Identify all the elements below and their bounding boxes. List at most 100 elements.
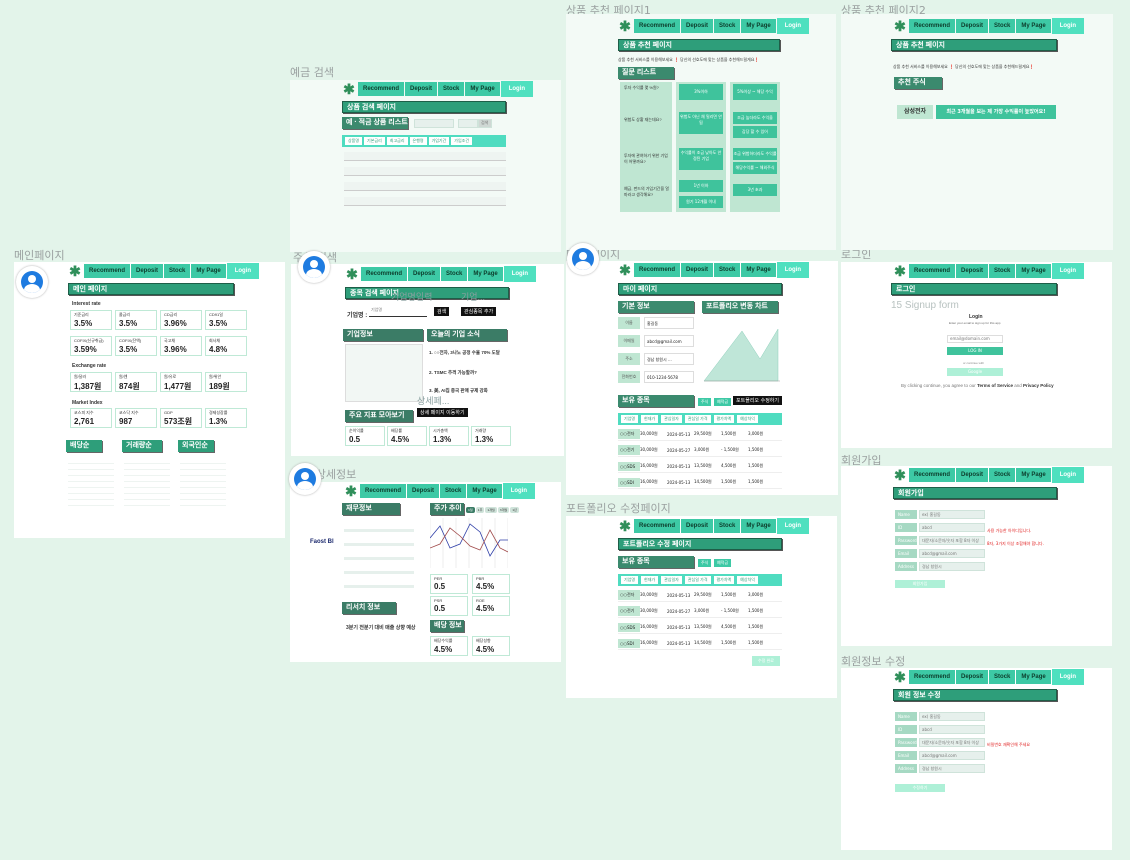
- logo-icon[interactable]: ✱: [893, 264, 907, 278]
- news-item-2[interactable]: 2. TSMC 추격 가능할까?: [429, 370, 477, 376]
- table-row[interactable]: ○○SDI 16,000원 2024-05-13 14,500원 1,500원 1,500…: [618, 637, 782, 650]
- nav-login[interactable]: Login: [226, 263, 260, 279]
- nav-recommend[interactable]: Recommend: [361, 267, 408, 281]
- answer-1-3[interactable]: 수익률이 조금 낮아도 안정된 기업: [679, 148, 723, 170]
- range-tab[interactable]: 1개월: [485, 507, 497, 513]
- nav-deposit[interactable]: Deposit: [956, 264, 989, 278]
- nav-mypage[interactable]: My Page: [1016, 670, 1051, 684]
- nav-mypage[interactable]: My Page: [741, 263, 776, 277]
- holdings-col[interactable]: 기업명: [621, 576, 639, 584]
- nav-stock[interactable]: Stock: [714, 519, 741, 533]
- logo-icon[interactable]: ✱: [893, 19, 907, 33]
- chip-stock[interactable]: 주식: [698, 398, 712, 406]
- add-favorite-button[interactable]: 관심종목 추가: [461, 307, 497, 316]
- nav-mypage[interactable]: My Page: [741, 519, 776, 533]
- nav-deposit[interactable]: Deposit: [681, 519, 714, 533]
- holdings-col[interactable]: 예상차익: [737, 576, 758, 584]
- nav-stock[interactable]: Stock: [714, 263, 741, 277]
- nav-stock[interactable]: Stock: [440, 484, 467, 498]
- answer-1-1[interactable]: 3%이하: [679, 84, 723, 100]
- answer-2-1[interactable]: 5%이상 ~ 해당 수익: [733, 84, 777, 100]
- privacy-link[interactable]: Privacy Policy: [1023, 383, 1054, 388]
- logo-icon[interactable]: ✱: [893, 468, 907, 482]
- answer-2-3[interactable]: 감당 할 수 있어: [733, 126, 777, 138]
- col-period[interactable]: 가입기간: [428, 137, 450, 145]
- nav-deposit[interactable]: Deposit: [956, 19, 989, 33]
- logo-icon[interactable]: ✱: [68, 264, 82, 278]
- table-row[interactable]: [344, 167, 506, 176]
- tab-dividend[interactable]: 배당순: [66, 440, 102, 452]
- form-input[interactable]: ex) 홍길동: [919, 712, 985, 721]
- table-row[interactable]: [344, 197, 506, 206]
- nav-recommend[interactable]: Recommend: [909, 19, 956, 33]
- form-input[interactable]: 대문자/소문자/숫자 포함 8자 이상: [919, 738, 985, 747]
- chip-deposit[interactable]: 예적금: [714, 398, 732, 406]
- login-email-input[interactable]: email@domain.com: [947, 335, 1003, 343]
- chip-deposit[interactable]: 예적금: [714, 559, 732, 567]
- holdings-col[interactable]: 평가차액: [713, 576, 735, 584]
- form-input[interactable]: abcd: [919, 725, 985, 734]
- tab-foreign[interactable]: 외국인순: [178, 440, 214, 452]
- table-row[interactable]: ○○전기 30,000원 2024-05-27 3,000원 - 1,500원 1,500…: [618, 444, 782, 457]
- holdings-col[interactable]: 관심일 가격: [684, 576, 711, 584]
- nav-deposit[interactable]: Deposit: [131, 264, 164, 278]
- nav-deposit[interactable]: Deposit: [405, 82, 438, 96]
- logo-icon[interactable]: ✱: [618, 19, 632, 33]
- answer-2-4[interactable]: 조금 위험하더라도 수익률: [733, 148, 777, 160]
- col-condition[interactable]: 가입조건: [451, 137, 473, 145]
- nav-login[interactable]: Login: [503, 266, 537, 282]
- nav-mypage[interactable]: My Page: [1016, 468, 1051, 482]
- nav-stock[interactable]: Stock: [989, 468, 1016, 482]
- nav-mypage[interactable]: My Page: [191, 264, 226, 278]
- nav-stock[interactable]: Stock: [989, 670, 1016, 684]
- form-input[interactable]: 대문자/소문자/숫자 포함 8자 이상: [919, 536, 985, 545]
- col-bank[interactable]: 은행명: [409, 137, 427, 145]
- holdings-col[interactable]: 관심일 가격: [684, 415, 711, 423]
- nav-stock[interactable]: Stock: [714, 19, 741, 33]
- nav-mypage[interactable]: My Page: [1016, 264, 1051, 278]
- nav-login[interactable]: Login: [1051, 669, 1085, 685]
- answer-1-4[interactable]: 1년 이하: [679, 180, 723, 192]
- recommended-stock-name[interactable]: 삼성전자: [897, 105, 933, 119]
- nav-mypage[interactable]: My Page: [467, 484, 502, 498]
- nav-login[interactable]: Login: [1051, 18, 1085, 34]
- table-row[interactable]: ○○전자 30,000원 2024-05-13 29,500원 1,500원 3,000원: [618, 589, 782, 602]
- answer-2-2[interactable]: 조금 높더라도 수익을: [733, 112, 777, 124]
- answer-1-5[interactable]: 원기 12개월 이내: [679, 196, 723, 208]
- stock-search-button[interactable]: 검색: [434, 307, 450, 316]
- holdings-col[interactable]: 관심일자: [661, 415, 682, 423]
- table-row[interactable]: [344, 182, 506, 191]
- nav-recommend[interactable]: Recommend: [909, 468, 956, 482]
- form-input[interactable]: 경남 창원시: [919, 764, 985, 773]
- holdings-col[interactable]: 기업명: [621, 415, 639, 423]
- table-row[interactable]: ○○SDS 16,000원 2024-05-13 13,500원 4,500원 1,500…: [618, 460, 782, 473]
- answer-2-5[interactable]: 해당수익률 ~ 해외주식: [733, 162, 777, 174]
- form-input[interactable]: 경남 창원시: [919, 562, 985, 571]
- deposit-filter-select[interactable]: [458, 119, 478, 128]
- save-button[interactable]: 수정 완료: [752, 656, 780, 666]
- table-row[interactable]: [344, 152, 506, 161]
- login-button[interactable]: LOG IN: [947, 347, 1003, 355]
- detail-page-button[interactable]: 상세 페이지 이동하기: [417, 408, 468, 417]
- nav-stock[interactable]: Stock: [441, 267, 468, 281]
- nav-stock[interactable]: Stock: [164, 264, 191, 278]
- logo-icon[interactable]: ✱: [342, 82, 356, 96]
- holdings-col[interactable]: 현재가: [641, 576, 659, 584]
- logo-icon[interactable]: ✱: [893, 670, 907, 684]
- range-tab[interactable]: 3개월: [497, 507, 510, 513]
- nav-mypage[interactable]: My Page: [1016, 19, 1051, 33]
- nav-recommend[interactable]: Recommend: [634, 19, 681, 33]
- answer-1-2[interactable]: 위험도 아닌 채 밀리면 안 됨: [679, 112, 723, 134]
- signup-button[interactable]: 회원가입: [895, 580, 945, 588]
- table-row[interactable]: ○○SDI 16,000원 2024-05-13 14,500원 1,500원 1,500…: [618, 476, 782, 489]
- edit-portfolio-button[interactable]: 포트폴리오 수정하기: [733, 396, 782, 405]
- nav-login[interactable]: Login: [502, 483, 536, 499]
- edit-submit-button[interactable]: 수정하기: [895, 784, 945, 792]
- form-input[interactable]: abcd@gmail.com: [919, 549, 985, 558]
- nav-deposit[interactable]: Deposit: [956, 670, 989, 684]
- table-row[interactable]: ○○SDS 16,000원 2024-05-13 13,500원 4,500원 1,500…: [618, 621, 782, 634]
- nav-login[interactable]: Login: [776, 262, 810, 278]
- form-input[interactable]: abcd@gmail.com: [919, 751, 985, 760]
- tab-volume[interactable]: 거래량순: [122, 440, 162, 452]
- nav-mypage[interactable]: My Page: [741, 19, 776, 33]
